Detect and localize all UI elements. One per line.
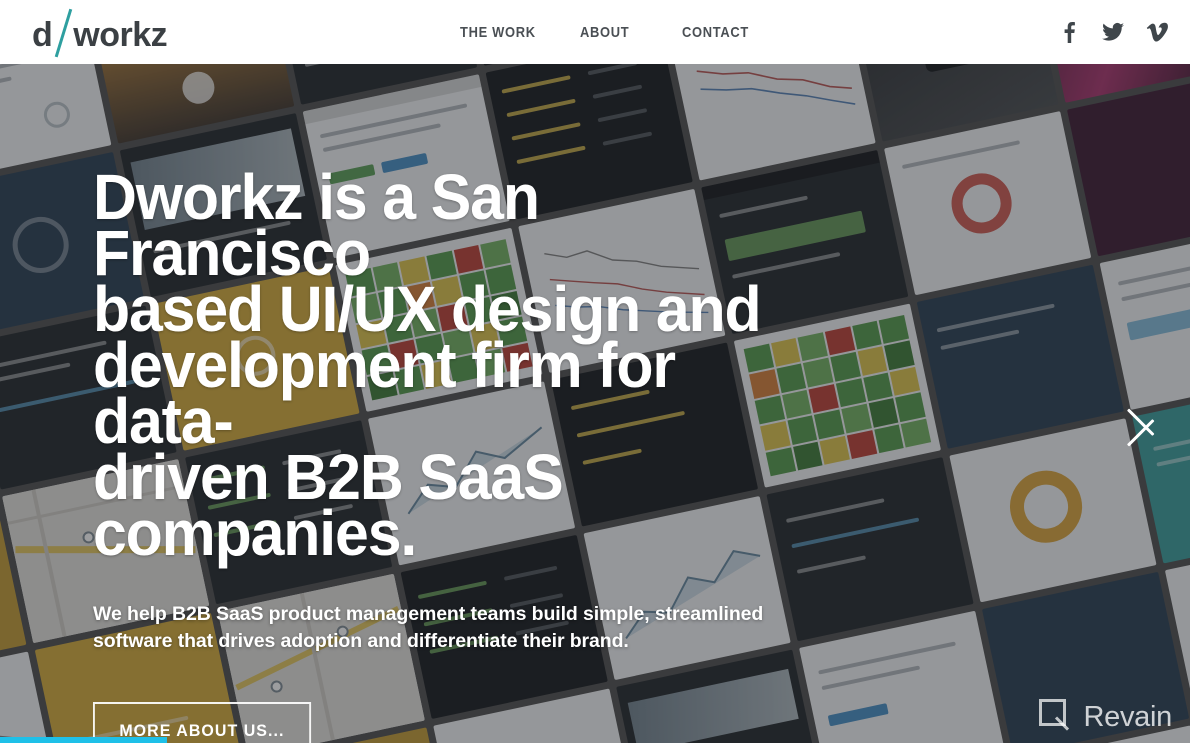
nav-item-the-work[interactable]: THE WORK [460,0,580,64]
hero-headline: Dworkz is a San Francisco based UI/UX de… [93,161,853,569]
chevron-right-icon[interactable] [1126,388,1160,464]
twitter-icon[interactable] [1102,20,1124,44]
slider-progress-track[interactable] [0,737,1190,743]
slider-progress-fill [0,737,167,743]
nav-link-about[interactable]: ABOUT [580,24,629,41]
nav-item-about[interactable]: ABOUT [580,0,682,64]
headline-line-3: development firm for data- [93,329,676,457]
headline-line-1: Dworkz is a San Francisco [93,161,540,289]
magnifier-logo-icon [1038,699,1075,735]
site-header: d workz THE WORK ABOUT CONTACT [0,0,1190,64]
nav-item-contact[interactable]: CONTACT [682,0,782,64]
social-links [1058,0,1168,64]
nav-link-contact[interactable]: CONTACT [682,24,749,41]
facebook-icon[interactable] [1058,20,1080,44]
logo-letter-d: d [32,16,53,54]
vimeo-icon[interactable] [1146,20,1168,44]
brand-logo[interactable]: d workz [32,12,168,58]
hero-subheadline: We help B2B SaaS product management team… [93,603,764,652]
page-root: d workz THE WORK ABOUT CONTACT Dworkz is… [0,0,1190,743]
headline-line-4: driven B2B SaaS companies. [93,441,564,569]
revain-watermark: Revain [1038,699,1173,735]
hero-slider: Dworkz is a San Francisco based UI/UX de… [0,64,1190,743]
watermark-label: Revain [1083,700,1173,733]
nav-link-the-work[interactable]: THE WORK [460,24,536,41]
main-navigation: THE WORK ABOUT CONTACT [460,0,782,64]
logo-wordmark: workz [73,16,168,54]
hero-content: Dworkz is a San Francisco based UI/UX de… [93,161,853,743]
logo-slash-icon [55,12,72,58]
